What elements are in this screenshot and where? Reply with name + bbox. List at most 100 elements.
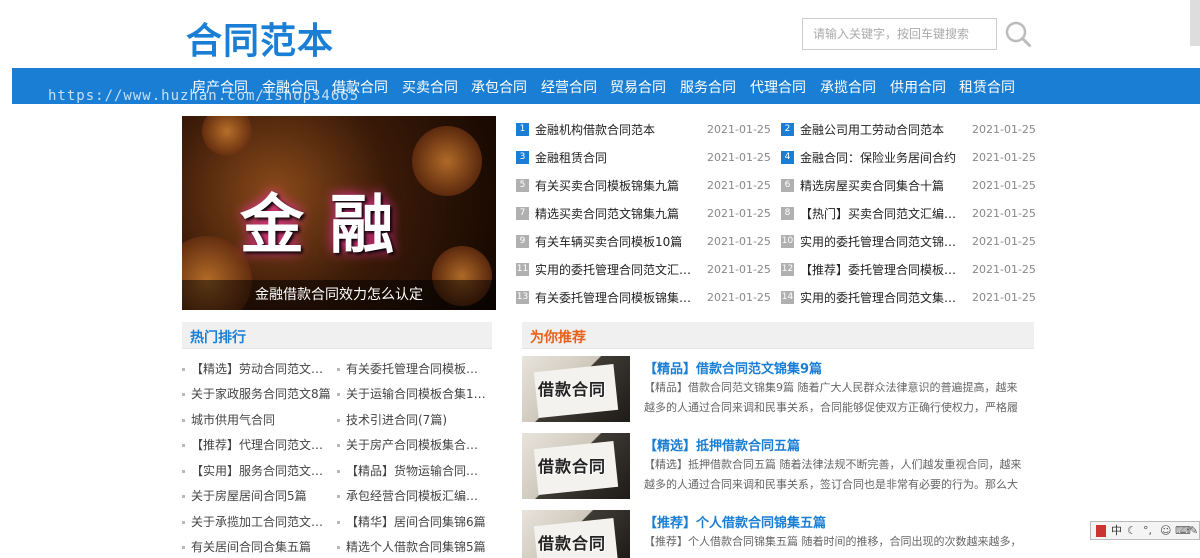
hot-item-label[interactable]: 承包经营合同模板汇编八篇 [346,485,487,507]
article-title[interactable]: 金融公司用工劳动合同范本 [800,120,966,140]
bullet-icon [182,495,185,498]
hot-item-label[interactable]: 【精选】劳动合同范文汇编 [191,358,332,380]
recommend-item-title[interactable]: 【精品】借款合同范文锦集9篇 [644,358,822,377]
hot-item-label[interactable]: 城市供用气合同 [191,409,332,431]
hot-item-label[interactable]: 关于承揽加工合同范文集锦 [191,511,332,533]
article-date: 2021-01-25 [707,263,771,276]
nav-item-trade[interactable]: 贸易合同 [610,77,666,97]
hot-item-label[interactable]: 【推荐】代理合同范文汇编 [191,434,332,456]
recommend-thumbnail[interactable]: 借款合同 [522,433,630,499]
hot-item-label[interactable]: 有关委托管理合同模板锦集 [346,358,487,380]
hot-item[interactable]: 【精品】货物运输合同范本 [337,460,487,482]
nav-item-service[interactable]: 服务合同 [680,77,736,97]
article-title[interactable]: 有关车辆买卖合同模板10篇 [535,232,701,252]
hot-item-label[interactable]: 【实用】服务合同范文汇编 [191,460,332,482]
article-date: 2021-01-25 [707,151,771,164]
banner-caption[interactable]: 金融借款合同效力怎么认定 [182,280,496,310]
hot-item-label[interactable]: 精选个人借款合同集锦5篇 [346,536,487,558]
nav-item-agency[interactable]: 代理合同 [750,77,806,97]
hot-item[interactable]: 关于家政服务合同范文8篇 [182,383,332,405]
hot-item[interactable]: 关于运输合同模板合集10篇 [337,383,487,405]
scrollbar-thumb[interactable] [1190,0,1200,46]
hot-item[interactable]: 技术引进合同(7篇) [337,409,487,431]
hot-item-label[interactable]: 有关居间合同合集五篇 [191,536,332,558]
nav-item-loan[interactable]: 借款合同 [332,77,388,97]
bullet-icon [337,368,340,371]
hot-item[interactable]: 【实用】服务合同范文汇编 [182,460,332,482]
hot-item[interactable]: 承包经营合同模板汇编八篇 [337,485,487,507]
bullet-icon [337,546,340,549]
hot-item-label[interactable]: 关于运输合同模板合集10篇 [346,383,487,405]
nav-item-contracting[interactable]: 承包合同 [471,77,527,97]
nav-item-lease[interactable]: 租赁合同 [959,77,1015,97]
emoji-icon[interactable]: ☺ [1160,524,1171,538]
recommend-item: 借款合同 【推荐】个人借款合同锦集五篇 【推荐】个人借款合同锦集五篇 随着时间的… [522,510,1034,558]
hot-item[interactable]: 有关委托管理合同模板锦集 [337,358,487,380]
recommend-item-summary: 【推荐】个人借款合同锦集五篇 随着时间的推移，合同出现的次数越来越多，合同的签订… [644,535,1022,548]
hot-item-label[interactable]: 技术引进合同(7篇) [346,409,487,431]
article-title[interactable]: 【热门】买卖合同范文汇编八篇 [800,204,966,224]
thumbnail-text: 借款合同 [538,534,607,553]
hot-item[interactable]: 精选个人借款合同集锦5篇 [337,536,487,558]
recommend-thumbnail[interactable]: 借款合同 [522,510,630,558]
article-title[interactable]: 实用的委托管理合同范文集合十篇 [800,288,966,308]
article-rank: 2 [781,123,794,136]
hot-item[interactable]: 城市供用气合同 [182,409,332,431]
article-rank: 3 [516,151,529,164]
nav-item-business[interactable]: 经营合同 [541,77,597,97]
article-rank: 8 [781,207,794,220]
featured-banner[interactable]: 金融 金融借款合同效力怎么认定 [182,116,496,310]
site-header: 合同范本 [0,0,1200,68]
search-input[interactable] [802,18,997,50]
nav-item-finance[interactable]: 金融合同 [262,77,318,97]
article-title[interactable]: 金融机构借款合同范本 [535,120,701,140]
nav-item-supply[interactable]: 供用合同 [890,77,946,97]
thumbnail-text: 借款合同 [538,457,607,476]
hot-item[interactable]: 有关居间合同合集五篇 [182,536,332,558]
site-logo[interactable]: 合同范本 [186,12,334,64]
hot-item-label[interactable]: 【精品】货物运输合同范本 [346,460,487,482]
article-title[interactable]: 【推荐】委托管理合同模板合集八篇 [800,260,966,280]
article-title[interactable]: 有关委托管理合同模板锦集十篇 [535,288,701,308]
article-title[interactable]: 有关买卖合同模板锦集九篇 [535,176,701,196]
article-title[interactable]: 精选房屋买卖合同集合十篇 [800,176,966,196]
bullet-icon [337,419,340,422]
article-title[interactable]: 精选买卖合同范文锦集九篇 [535,204,701,224]
article-date: 2021-01-25 [972,123,1036,136]
ime-logo-icon [1096,525,1106,537]
article-title[interactable]: 实用的委托管理合同范文锦集八篇 [800,232,966,252]
hot-item[interactable]: 【精选】劳动合同范文汇编 [182,358,332,380]
bullet-icon [337,444,340,447]
hot-ranking-header: 热门排行 [182,322,492,349]
article-title[interactable]: 金融合同：保险业务居间合约 [800,148,966,168]
hot-item[interactable]: 【推荐】代理合同范文汇编 [182,434,332,456]
article-date: 2021-01-25 [972,179,1036,192]
nav-item-sale[interactable]: 买卖合同 [402,77,458,97]
hot-item-label[interactable]: 【精华】居间合同集锦6篇 [346,511,487,533]
ime-toolbar[interactable]: 中 ☾ °, ☺ ⌨ ✎ [1090,521,1200,540]
hot-item[interactable]: 【精华】居间合同集锦6篇 [337,511,487,533]
punctuation-icon[interactable]: °, [1143,524,1152,538]
hot-item-label[interactable]: 关于房产合同模板集合七篇 [346,434,487,456]
article-title[interactable]: 实用的委托管理合同范文汇编八篇 [535,260,701,280]
hot-item-label[interactable]: 关于家政服务合同范文8篇 [191,383,332,405]
nav-item-realestate[interactable]: 房产合同 [192,77,248,97]
recommend-thumbnail[interactable]: 借款合同 [522,356,630,422]
recommend-item-summary: 【精品】借款合同范文锦集9篇 随着广大人民群众法律意识的普遍提高，越来越多的人通… [644,381,1018,414]
ime-language-label[interactable]: 中 [1111,524,1122,538]
article-date: 2021-01-25 [707,179,771,192]
coin-decoration [412,126,482,196]
hot-item[interactable]: 关于承揽加工合同范文集锦 [182,511,332,533]
hot-item[interactable]: 关于房屋居间合同5篇 [182,485,332,507]
recommend-item-title[interactable]: 【推荐】个人借款合同锦集五篇 [644,512,826,531]
settings-icon[interactable]: ✎ [1189,524,1198,538]
moon-icon[interactable]: ☾ [1127,524,1137,538]
bullet-icon [182,470,185,473]
hot-item-label[interactable]: 关于房屋居间合同5篇 [191,485,332,507]
article-title[interactable]: 金融租赁合同 [535,148,701,168]
nav-item-undertaking[interactable]: 承揽合同 [820,77,876,97]
search-icon[interactable] [1004,20,1032,48]
recommend-item-title[interactable]: 【精选】抵押借款合同五篇 [644,435,800,454]
hot-item[interactable]: 关于房产合同模板集合七篇 [337,434,487,456]
article-date: 2021-01-25 [972,207,1036,220]
